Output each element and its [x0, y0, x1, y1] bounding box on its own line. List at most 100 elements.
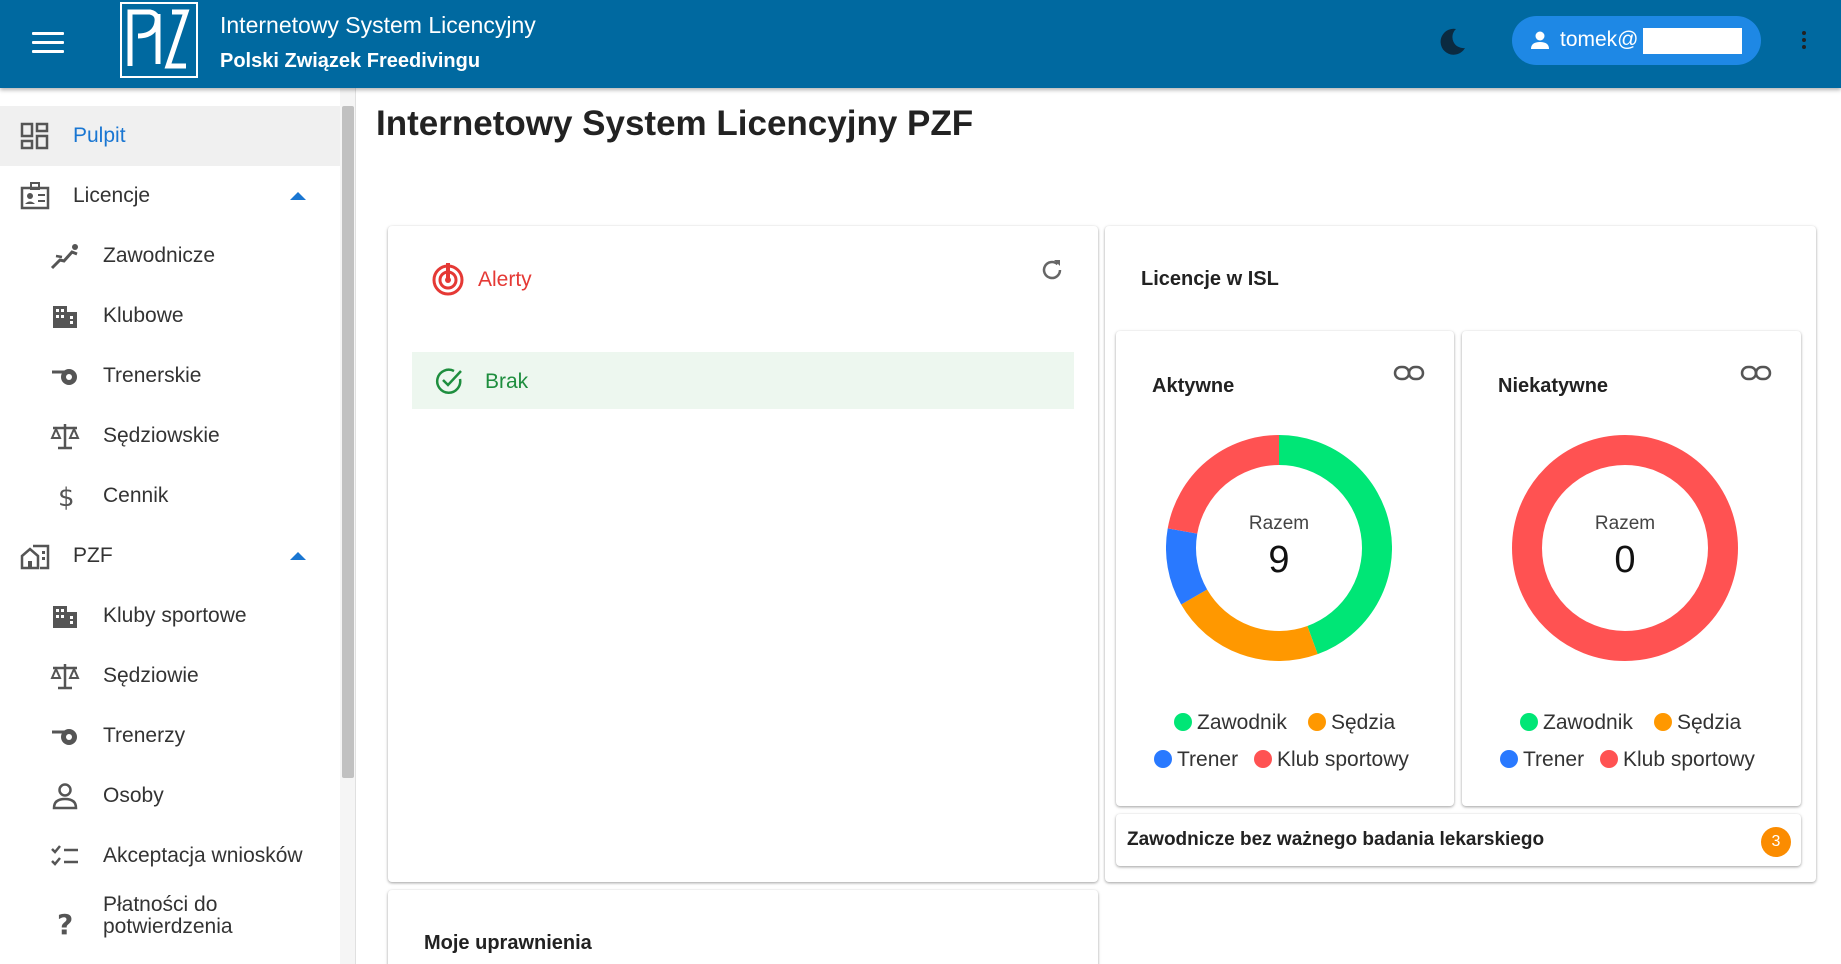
check-circle-icon — [436, 368, 462, 394]
link-icon[interactable] — [1740, 363, 1772, 383]
sidebar-item-sedziowie[interactable]: Sędziowie — [0, 646, 340, 706]
alerts-status-label: Brak — [485, 370, 529, 393]
permissions-title: Moje uprawnienia — [424, 932, 592, 954]
legend-item-sedzia[interactable]: Sędzia — [1308, 711, 1395, 735]
legend-item-trener[interactable]: Trener — [1500, 748, 1584, 772]
donut-slice-sędzia[interactable] — [1181, 589, 1318, 661]
sidebar-item-trenerzy[interactable]: Trenerzy — [0, 706, 340, 766]
redacted-email — [1643, 28, 1742, 54]
sidebar-item-klubowe[interactable]: Klubowe — [0, 286, 340, 346]
sidebar-item-label: Cennik — [103, 484, 169, 507]
person-icon — [1531, 31, 1549, 49]
checklist-icon — [51, 845, 78, 866]
sidebar-item-platnosci[interactable]: ? Płatności do potwierdzenia — [0, 886, 340, 956]
alerts-title: Alerty — [478, 268, 532, 291]
sidebar-item-zawodnicze[interactable]: Zawodnicze — [0, 226, 340, 286]
sidebar-item-trenerskie[interactable]: Trenerskie — [0, 346, 340, 406]
legend-dot — [1520, 713, 1538, 731]
legend-item-sedzia[interactable]: Sędzia — [1654, 711, 1741, 735]
legend-dot — [1600, 750, 1618, 768]
sidebar-item-sedziowskie[interactable]: Sędziowskie — [0, 406, 340, 466]
legend-dot — [1254, 750, 1272, 768]
building-icon — [53, 306, 77, 328]
active-title: Aktywne — [1152, 375, 1235, 397]
active-licenses-card: Aktywne Razem 9 Zawodnik Sędzia Trener K… — [1116, 331, 1454, 806]
legend-label: Zawodnik — [1543, 711, 1633, 734]
sidebar: Pulpit Licencje Zawodnicze Klubowe Trene… — [0, 88, 356, 964]
legend-label: Klub sportowy — [1277, 748, 1409, 771]
alerts-status-box: Brak — [412, 352, 1074, 409]
scales-icon — [50, 424, 80, 450]
sidebar-item-label: Pulpit — [73, 124, 126, 147]
dark-mode-toggle-icon[interactable] — [1436, 26, 1468, 58]
dollar-icon: $ — [58, 483, 75, 510]
sidebar-item-kluby-sportowe[interactable]: Kluby sportowe — [0, 586, 340, 646]
sidebar-item-label: Kluby sportowe — [103, 604, 247, 627]
license-badge-icon — [20, 182, 50, 210]
more-vert-icon[interactable] — [1798, 28, 1810, 58]
whistle-icon — [52, 729, 77, 745]
sidebar-item-cennik[interactable]: $ Cennik — [0, 466, 340, 526]
page-title: Internetowy System Licencyjny PZF — [376, 104, 974, 143]
sidebar-item-licencje[interactable]: Licencje — [0, 166, 340, 226]
legend-item-zawodnik[interactable]: Zawodnik — [1520, 711, 1633, 735]
expand-less-icon — [290, 552, 306, 560]
sidebar-item-label: Akceptacja wniosków — [103, 844, 303, 867]
app-title: Internetowy System Licencyjny — [220, 12, 536, 38]
question-icon: ? — [57, 908, 73, 936]
sidebar-item-label: Osoby — [103, 784, 164, 807]
sidebar-item-label: PZF — [73, 544, 113, 567]
medical-exam-count-badge: 3 — [1761, 827, 1791, 857]
legend-label: Trener — [1177, 748, 1239, 771]
sidebar-item-label: Sędziowie — [103, 664, 199, 687]
legend-label: Klub sportowy — [1623, 748, 1755, 771]
licenses-title: Licencje w ISL — [1141, 268, 1279, 290]
medical-exam-row[interactable]: Zawodnicze bez ważnego badania lekarskie… — [1116, 814, 1801, 866]
user-email: tomek@ — [1560, 28, 1639, 51]
alert-power-icon — [432, 263, 464, 296]
expand-less-icon — [290, 192, 306, 200]
svg-text:?: ? — [57, 908, 73, 936]
link-icon[interactable] — [1393, 363, 1425, 383]
legend-item-klub[interactable]: Klub sportowy — [1254, 748, 1409, 772]
sidebar-item-label: Trenerzy — [103, 724, 186, 747]
sidebar-scrollbar-thumb[interactable] — [342, 106, 354, 778]
legend-label: Zawodnik — [1197, 711, 1287, 734]
sidebar-item-akceptacja-wnioskow[interactable]: Akceptacja wniosków — [0, 826, 340, 886]
legend-item-zawodnik[interactable]: Zawodnik — [1174, 711, 1287, 735]
legend-dot — [1174, 713, 1192, 731]
svg-text:$: $ — [58, 483, 75, 510]
sidebar-item-pzf[interactable]: PZF — [0, 526, 340, 586]
sidebar-item-osoby[interactable]: Osoby — [0, 766, 340, 826]
legend-item-trener[interactable]: Trener — [1154, 748, 1238, 772]
legend-dot — [1500, 750, 1518, 768]
legend-label: Trener — [1523, 748, 1585, 771]
inactive-total-value: 0 — [1614, 539, 1636, 581]
alerts-card: Alerty Brak — [388, 226, 1098, 882]
building-icon — [53, 606, 77, 628]
menu-icon[interactable] — [28, 26, 68, 62]
active-razem-label: Razem — [1248, 513, 1310, 534]
person-icon — [52, 783, 78, 810]
sidebar-item-label: Licencje — [73, 184, 151, 207]
whistle-icon — [52, 369, 77, 385]
home-work-icon — [20, 544, 50, 570]
sidebar-item-label: Sędziowskie — [103, 424, 220, 447]
sidebar-item-label: Zawodnicze — [103, 244, 216, 267]
inactive-title: Niekatywne — [1498, 375, 1609, 397]
legend-label: Sędzia — [1331, 711, 1396, 734]
sidebar-item-label: Klubowe — [103, 304, 184, 327]
scales-icon — [50, 664, 80, 690]
dashboard-icon — [20, 122, 49, 150]
legend-item-klub[interactable]: Klub sportowy — [1600, 748, 1755, 772]
user-account-button[interactable]: tomek@ — [1512, 16, 1761, 65]
pzf-logo[interactable] — [120, 2, 198, 78]
refresh-icon[interactable] — [1038, 256, 1066, 284]
inactive-licenses-card: Niekatywne Razem 0 Zawodnik Sędzia Trene… — [1462, 331, 1801, 806]
sidebar-item-pulpit[interactable]: Pulpit — [0, 106, 340, 166]
legend-dot — [1654, 713, 1672, 731]
sidebar-item-label: Płatności do potwierdzenia — [103, 893, 233, 938]
legend-label: Sędzia — [1677, 711, 1742, 734]
sidebar-item-label: Trenerskie — [103, 364, 202, 387]
app-header: Internetowy System Licencyjny Polski Zwi… — [0, 0, 1841, 88]
